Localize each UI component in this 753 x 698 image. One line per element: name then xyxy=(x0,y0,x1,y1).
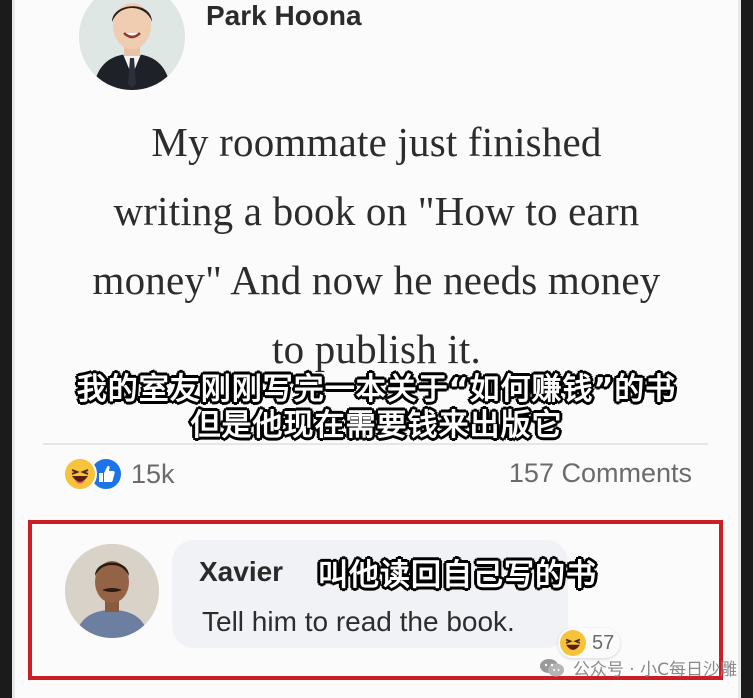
post-text-line: writing a book on "How to earn xyxy=(113,188,640,234)
comment-reaction-count: 57 xyxy=(592,631,615,654)
subtitle-line: 我的室友刚刚写完一本关于“如何赚钱”的书 xyxy=(76,372,677,407)
subtitle-line: 但是他现在需要钱来出版它 xyxy=(190,408,563,443)
wechat-icon xyxy=(539,658,564,676)
watermark-text: 公众号 · 小C每日沙雕 xyxy=(572,660,737,680)
comment-text: Tell him to read the book. xyxy=(202,606,515,637)
commenter-avatar[interactable] xyxy=(65,544,159,638)
post-text-line: My roommate just finished xyxy=(151,119,602,165)
haha-emoji-icon xyxy=(560,630,586,656)
reactions-summary[interactable]: 15k xyxy=(63,456,175,492)
comment-reactions[interactable]: 57 xyxy=(558,628,621,658)
haha-emoji-icon xyxy=(63,457,97,491)
post-card: Park Hoona My roommate just finished wri… xyxy=(12,0,741,698)
commenter-name[interactable]: Xavier xyxy=(199,556,283,588)
post-author-name[interactable]: Park Hoona xyxy=(206,0,362,32)
divider xyxy=(43,443,708,445)
subtitle-line: 叫他读回自己写的书 xyxy=(318,558,597,593)
profile-photo-icon xyxy=(65,544,159,638)
comments-count-link[interactable]: 157 Comments xyxy=(509,456,692,490)
profile-photo-icon xyxy=(79,0,185,90)
post-body: My roommate just finished writing a book… xyxy=(15,108,738,384)
reaction-count: 15k xyxy=(131,458,175,489)
post-text-line: money" And now he needs money xyxy=(92,257,661,303)
avatar[interactable] xyxy=(79,0,185,90)
watermark: 公众号 · 小C每日沙雕 xyxy=(539,655,737,680)
